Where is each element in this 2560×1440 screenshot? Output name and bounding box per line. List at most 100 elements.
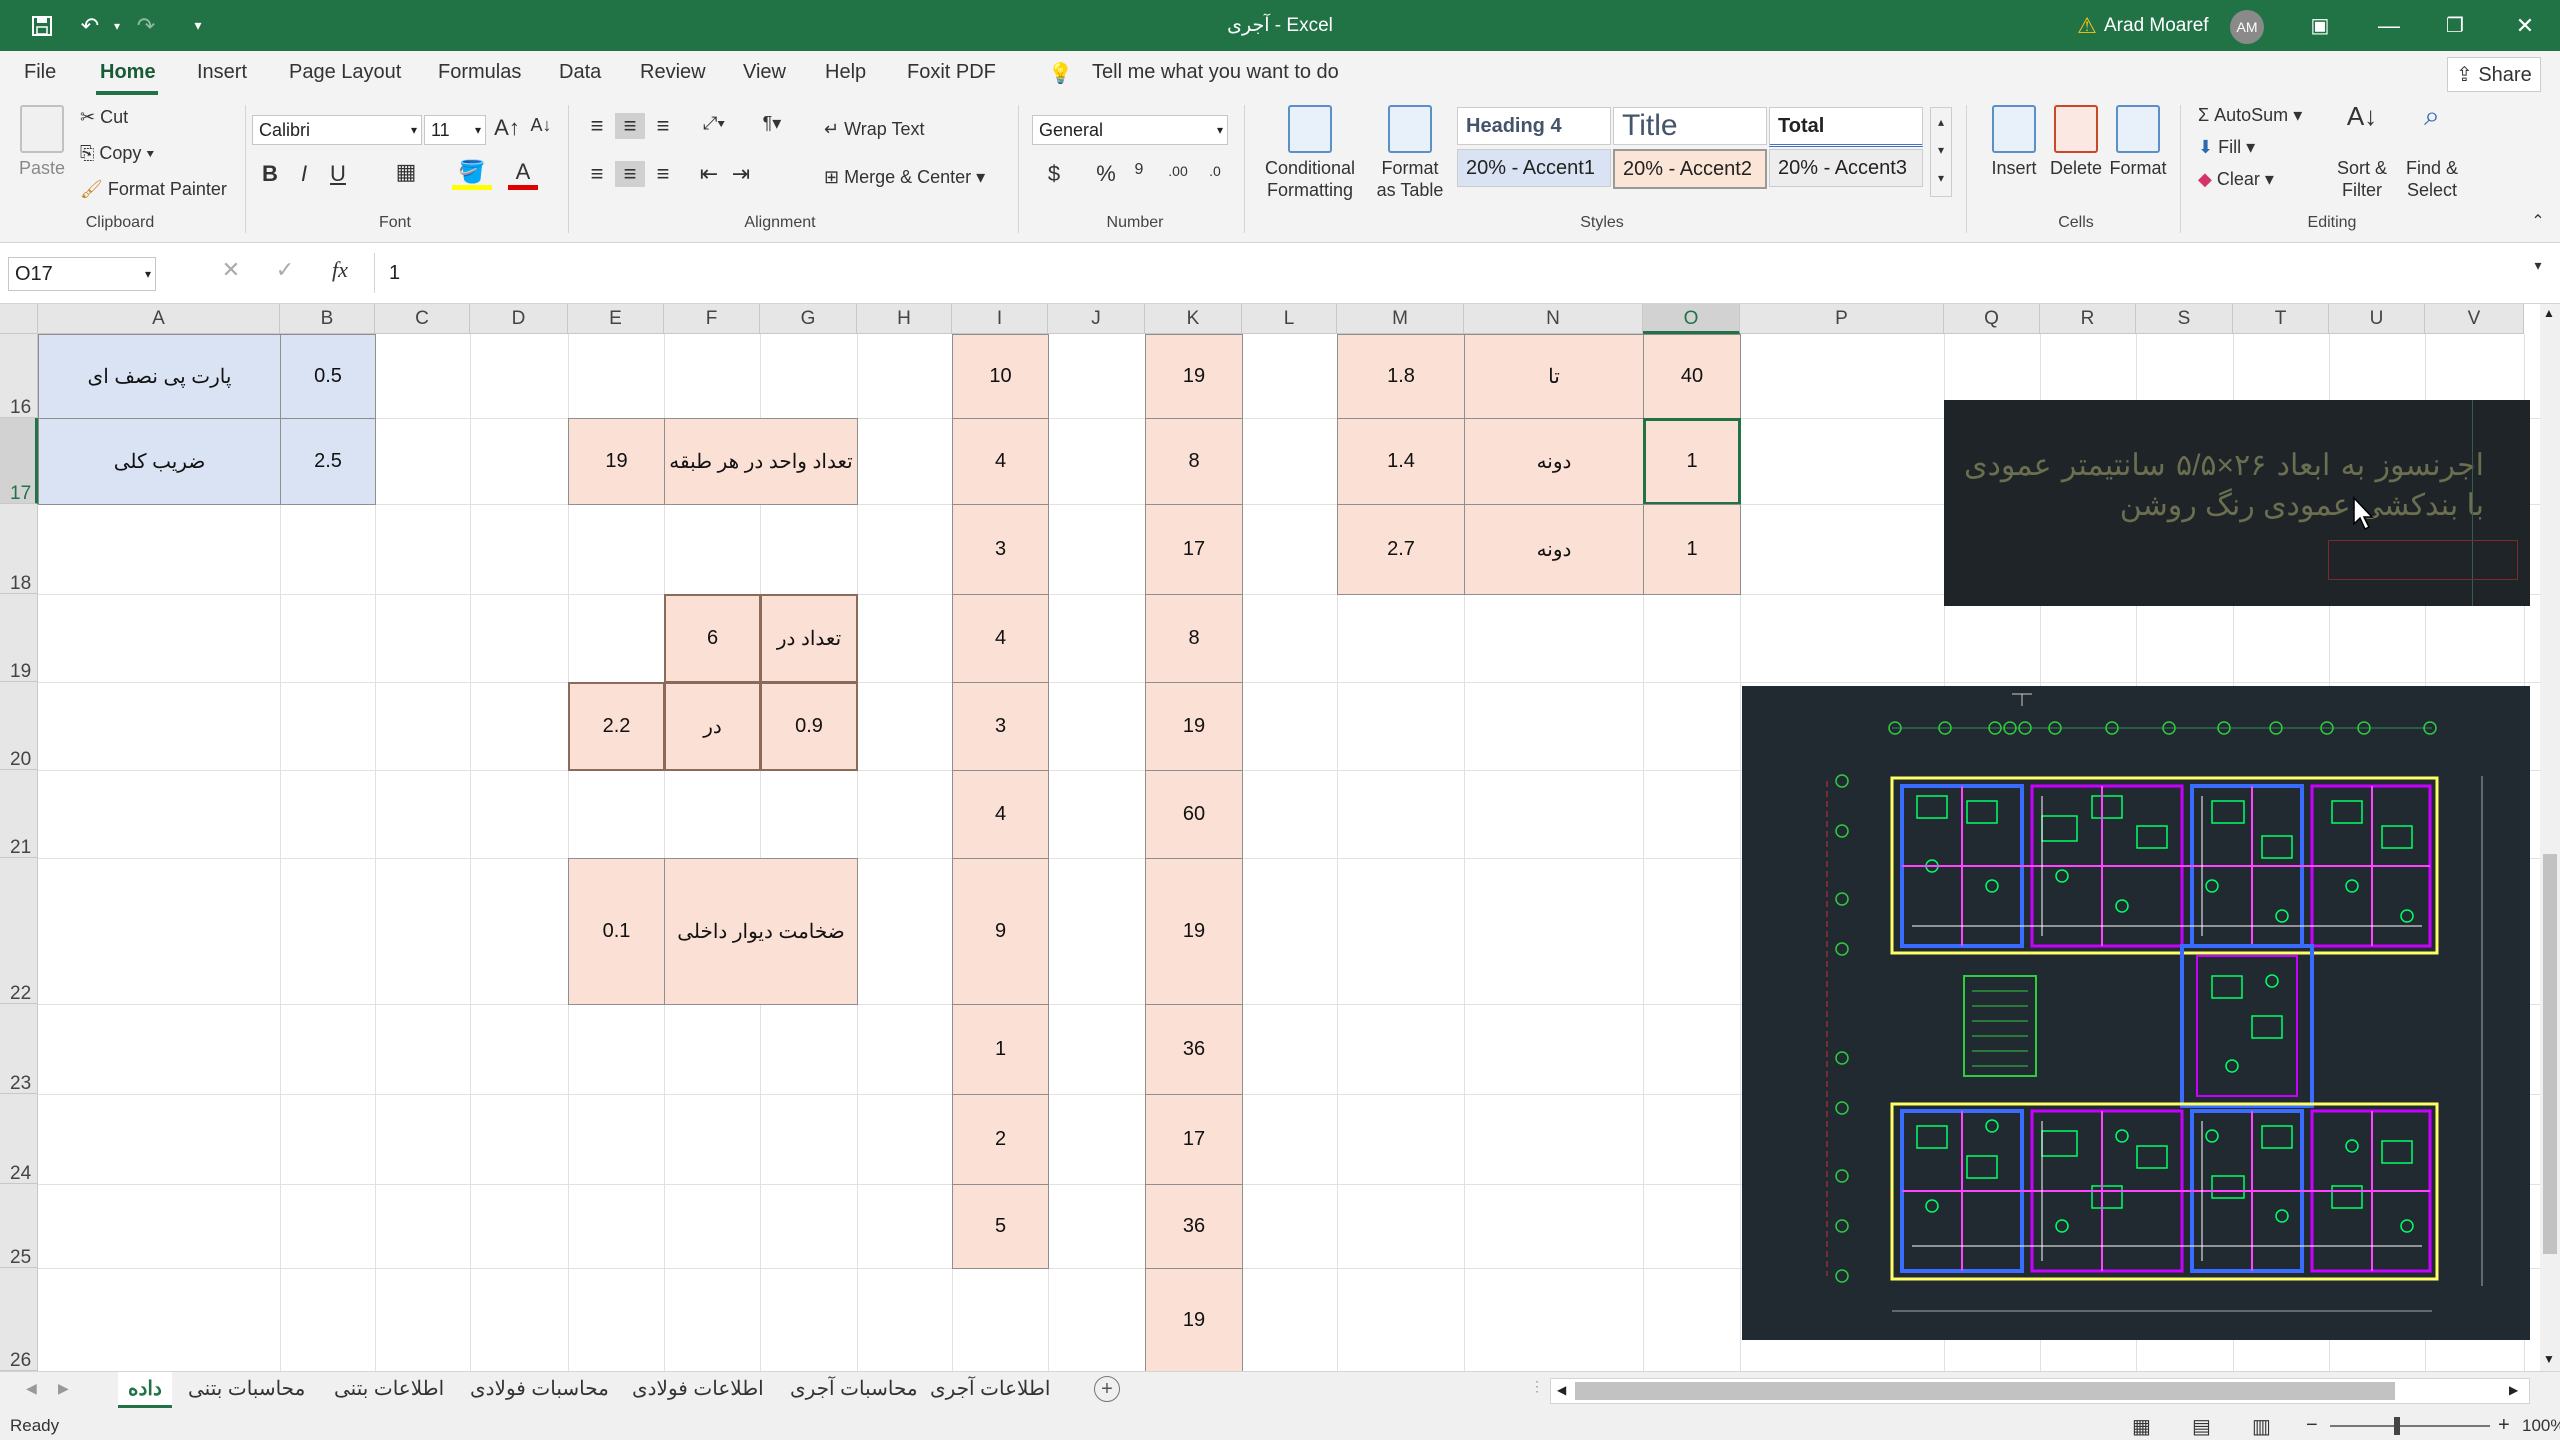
user-name[interactable]: Arad Moaref <box>2104 0 2244 51</box>
row-header-25[interactable]: 25 <box>0 1184 38 1268</box>
orientation-icon[interactable]: ⤢▾ <box>694 113 734 134</box>
tab-foxit-pdf[interactable]: Foxit PDF <box>907 61 996 84</box>
cell-o16[interactable]: 40 <box>1643 334 1741 419</box>
share-button[interactable]: ⇪ Share <box>2447 57 2541 92</box>
cell-g19[interactable]: تعداد در <box>760 594 858 683</box>
cell-b16[interactable]: 0.5 <box>280 334 376 419</box>
format-painter-button[interactable]: 🖌 Format Painter <box>80 179 227 200</box>
row-header-21[interactable]: 21 <box>0 770 38 858</box>
cell-o18[interactable]: 1 <box>1643 504 1741 595</box>
font-name-combo[interactable]: Calibri ▾ <box>252 115 422 145</box>
find-select-button[interactable]: ⌕ Find & Select <box>2400 102 2464 201</box>
row-header-23[interactable]: 23 <box>0 1004 38 1094</box>
align-right-icon[interactable]: ≡ <box>648 161 678 187</box>
scroll-right-icon[interactable]: ▶ <box>2509 1383 2518 1397</box>
undo-icon[interactable]: ↶ <box>70 0 110 51</box>
decrease-indent-icon[interactable]: ⇤ <box>694 161 724 187</box>
paste-button[interactable]: Paste <box>14 105 70 179</box>
format-cells-button[interactable]: Format <box>2108 105 2168 179</box>
style-total[interactable]: Total <box>1769 107 1923 147</box>
spreadsheet-grid[interactable]: ABCDEFGHIJKLMNOPQRSTUV 16 17 18 19 20 21 22 23 2… <box>0 304 2540 1371</box>
row-header-24[interactable]: 24 <box>0 1094 38 1184</box>
column-header-u[interactable]: U <box>2329 304 2425 334</box>
column-header-i[interactable]: I <box>952 304 1048 334</box>
minimize-icon[interactable]: — <box>2364 0 2414 51</box>
format-as-table-button[interactable]: Format as Table <box>1374 105 1446 201</box>
prev-sheet-icon[interactable]: ◀ <box>26 1380 37 1397</box>
cell-n18[interactable]: دونه <box>1464 504 1644 595</box>
page-break-view-icon[interactable]: ▥ <box>2252 1414 2271 1439</box>
sheet-tab-mohasebat-ajori[interactable]: محاسبات آجری <box>780 1372 928 1408</box>
cell-m18[interactable]: 2.7 <box>1337 504 1465 595</box>
cell-k19[interactable]: 8 <box>1145 594 1243 683</box>
column-header-p[interactable]: P <box>1740 304 1944 334</box>
zoom-slider-thumb[interactable] <box>2394 1417 2400 1435</box>
row-header-20[interactable]: 20 <box>0 682 38 770</box>
cell-e17[interactable]: 19 <box>568 418 665 505</box>
cell-k21[interactable]: 60 <box>1145 770 1243 859</box>
cell-i19[interactable]: 4 <box>952 594 1049 683</box>
scroll-left-icon[interactable]: ◀ <box>1557 1383 1566 1397</box>
delete-cells-button[interactable]: Delete <box>2046 105 2106 179</box>
cell-k24[interactable]: 17 <box>1145 1094 1243 1185</box>
cell-i24[interactable]: 2 <box>952 1094 1049 1185</box>
row-header-26[interactable]: 26 <box>0 1268 38 1371</box>
tab-file[interactable]: File <box>24 61 56 84</box>
formula-input[interactable]: 1 <box>374 253 2542 293</box>
decrease-decimal-button[interactable]: .0 <box>1200 163 1230 179</box>
tab-view[interactable]: View <box>743 61 786 84</box>
cell-i22[interactable]: 9 <box>952 858 1049 1005</box>
row-header-22[interactable]: 22 <box>0 858 38 1004</box>
wrap-text-button[interactable]: ↵ Wrap Text <box>824 119 924 140</box>
decrease-font-icon[interactable]: A↓ <box>528 115 554 136</box>
tab-data[interactable]: Data <box>559 61 601 84</box>
description-textbox[interactable]: اجرنسوز به ابعاد ۲۶×۵/۵ سانتیمتر عمودی ب… <box>1944 400 2530 606</box>
cell-k23[interactable]: 36 <box>1145 1004 1243 1095</box>
cell-a16[interactable]: پارت پی نصف ای <box>38 334 281 419</box>
cell-k18[interactable]: 17 <box>1145 504 1243 595</box>
font-color-icon[interactable]: A <box>508 159 538 190</box>
hscroll-thumb[interactable] <box>1575 1382 2395 1400</box>
column-header-l[interactable]: L <box>1242 304 1337 334</box>
expand-formula-icon[interactable]: ▾ <box>2528 257 2548 274</box>
cell-f22[interactable]: ضخامت دیوار داخلی <box>664 858 858 1005</box>
cancel-icon[interactable]: ✕ <box>216 257 246 283</box>
collapse-ribbon-icon[interactable]: ⌃ <box>2528 211 2548 231</box>
style-accent1[interactable]: 20% - Accent1 <box>1457 149 1611 187</box>
vertical-scrollbar[interactable]: ▲ ▼ <box>2540 304 2560 1371</box>
increase-decimal-button[interactable]: .00 <box>1162 163 1194 179</box>
style-heading-4[interactable]: Heading 4 <box>1457 107 1611 145</box>
horizontal-scrollbar[interactable]: ◀ ▶ <box>1550 1378 2530 1404</box>
underline-button[interactable]: U <box>326 161 350 187</box>
cell-m16[interactable]: 1.8 <box>1337 334 1465 419</box>
bold-button[interactable]: B <box>258 161 282 187</box>
fill-button[interactable]: ⬇ Fill ▾ <box>2198 137 2255 158</box>
italic-button[interactable]: I <box>292 161 316 187</box>
sheet-tab-etelaat-botoni[interactable]: اطلاعات بتنی <box>324 1372 454 1408</box>
row-header-18[interactable]: 18 <box>0 504 38 594</box>
merge-center-button[interactable]: ⊞ Merge & Center ▾ <box>824 167 985 188</box>
style-accent2[interactable]: 20% - Accent2 <box>1613 149 1767 189</box>
scroll-down-icon[interactable]: ▼ <box>2543 1352 2555 1366</box>
styles-scroll-icon[interactable]: ▴ ▾ ▾ <box>1930 107 1952 197</box>
cell-i20[interactable]: 3 <box>952 682 1049 771</box>
cell-b17[interactable]: 2.5 <box>280 418 376 505</box>
tab-insert[interactable]: Insert <box>197 61 247 84</box>
percent-button[interactable]: % <box>1092 161 1120 187</box>
cell-k25[interactable]: 36 <box>1145 1184 1243 1269</box>
align-center-icon[interactable]: ≡ <box>615 161 645 187</box>
cell-f19[interactable]: 6 <box>664 594 761 683</box>
currency-button[interactable]: $ <box>1040 161 1068 187</box>
cell-n16[interactable]: تا <box>1464 334 1644 419</box>
column-header-n[interactable]: N <box>1464 304 1643 334</box>
sheet-tab-mohasebat-fouladi[interactable]: محاسبات فولادی <box>460 1372 619 1408</box>
autosum-button[interactable]: Σ AutoSum ▾ <box>2198 105 2302 126</box>
cell-m17[interactable]: 1.4 <box>1337 418 1465 505</box>
redo-icon[interactable]: ↷ <box>128 0 164 51</box>
column-header-j[interactable]: J <box>1048 304 1145 334</box>
column-header-a[interactable]: A <box>38 304 280 334</box>
align-left-icon[interactable]: ≡ <box>582 161 612 187</box>
enter-icon[interactable]: ✓ <box>270 257 300 283</box>
avatar[interactable]: AM <box>2230 10 2264 44</box>
rtl-icon[interactable]: ¶▾ <box>752 113 792 134</box>
